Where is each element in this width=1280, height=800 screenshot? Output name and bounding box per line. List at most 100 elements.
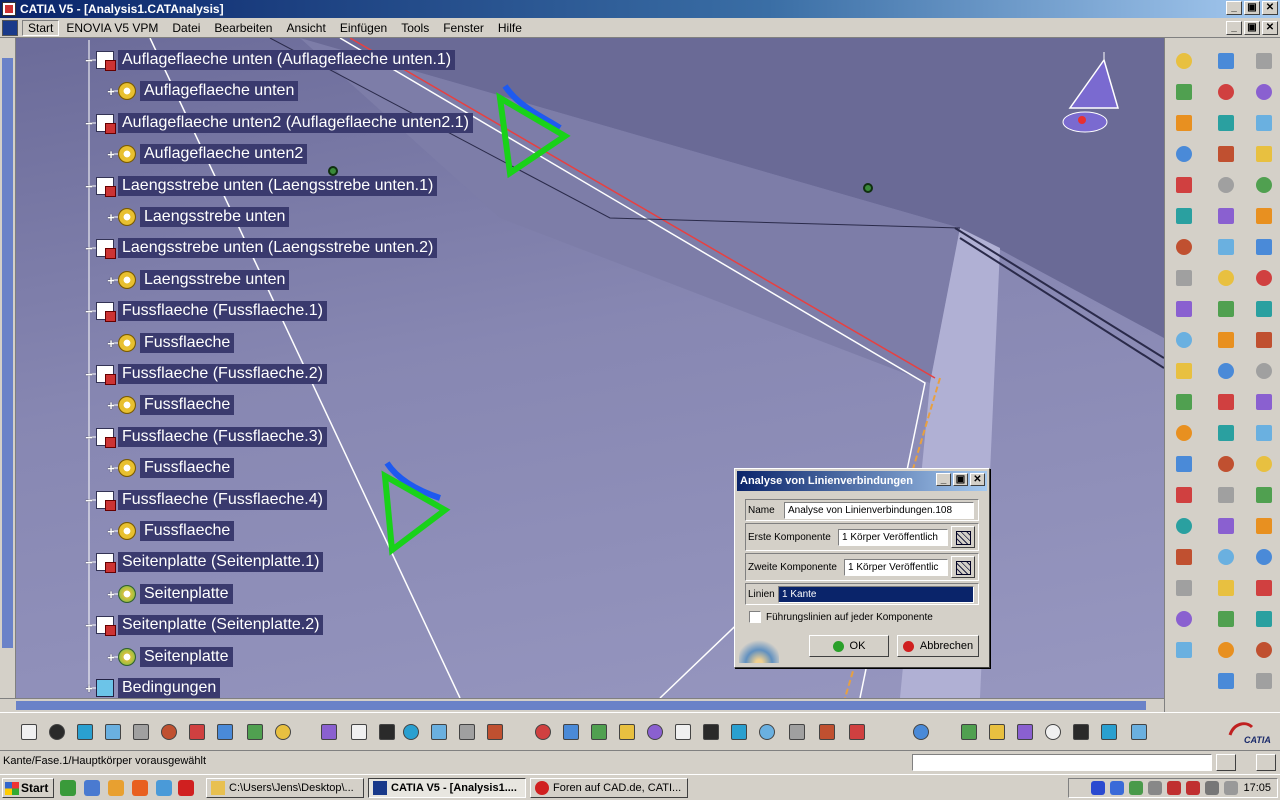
collapse-icon[interactable]: − [84,241,94,256]
bottom-tool-button-20[interactable] [588,721,610,743]
tool-button-23[interactable] [1215,112,1237,134]
menu-start[interactable]: Start [22,19,60,36]
ok-button[interactable]: OK [809,635,889,657]
collapse-icon[interactable]: − [84,367,94,382]
tool-button-18[interactable] [1173,577,1195,599]
expand-icon[interactable]: + [106,398,116,413]
firefox-icon[interactable] [132,780,148,796]
tool-button-47[interactable] [1253,205,1275,227]
tool-button-3[interactable] [1173,112,1195,134]
expand-icon[interactable]: + [106,336,116,351]
menu-ansicht[interactable]: Ansicht [279,21,332,35]
tool-button-10[interactable] [1173,329,1195,351]
bottom-tool-button-9[interactable] [244,721,266,743]
tool-button-22[interactable] [1215,81,1237,103]
collapse-icon[interactable]: − [84,493,94,508]
tool-button-49[interactable] [1253,267,1275,289]
tray-icon-2[interactable] [1110,781,1125,795]
bottom-tool-button-7[interactable] [186,721,208,743]
second-component-field[interactable]: 1 Körper Veröffentlic [844,558,948,576]
tool-button-12[interactable] [1173,391,1195,413]
bottom-tool-button-21[interactable] [616,721,638,743]
second-component-select-button[interactable] [951,556,975,578]
menu-hilfe[interactable]: Hilfe [491,21,529,35]
tree-node[interactable]: − Fussflaeche (Fussflaeche.2) [84,363,327,385]
bottom-tool-button-13[interactable] [376,721,398,743]
tree-node-label[interactable]: Fussflaeche (Fussflaeche.2) [118,364,327,384]
first-component-select-button[interactable] [951,526,975,548]
menu-enovia[interactable]: ENOVIA V5 VPM [59,21,165,35]
tool-button-26[interactable] [1215,205,1237,227]
bluetooth-icon[interactable] [1091,781,1106,795]
menu-datei[interactable]: Datei [165,21,207,35]
leader-lines-option[interactable]: Führungslinien auf jeder Komponente [749,611,933,623]
tree-node[interactable]: + Laengsstrebe unten [106,206,290,228]
tree-node-label[interactable]: Fussflaeche [140,458,235,478]
tool-button-51[interactable] [1253,329,1275,351]
expand-icon[interactable]: + [106,650,116,665]
tree-node[interactable]: + Fussflaeche [106,520,235,542]
bottom-tool-button-36[interactable] [1098,721,1120,743]
bottom-tool-button-37[interactable] [1128,721,1150,743]
doc-restore-button[interactable]: ▣ [1244,21,1260,35]
tray-icon-3[interactable] [1129,781,1144,795]
bottom-tool-button-26[interactable] [756,721,778,743]
tool-button-5[interactable] [1173,174,1195,196]
tool-button-44[interactable] [1253,112,1275,134]
bottom-tool-button-28[interactable] [816,721,838,743]
bottom-tool-button-34[interactable] [1042,721,1064,743]
tree-node-label[interactable]: Fussflaeche [140,395,235,415]
tool-button-25[interactable] [1215,174,1237,196]
tree-node[interactable]: − Laengsstrebe unten (Laengsstrebe unten.… [84,237,438,259]
tree-node[interactable]: + Auflageflaeche unten2 [106,143,308,165]
expand-icon[interactable]: + [106,461,116,476]
tool-button-11[interactable] [1173,360,1195,382]
tool-button-17[interactable] [1173,546,1195,568]
command-input[interactable] [912,754,1212,771]
tree-node[interactable]: + Laengsstrebe unten [106,269,290,291]
bottom-tool-button-31[interactable] [958,721,980,743]
tree-node[interactable]: − Fussflaeche (Fussflaeche.1) [84,300,327,322]
tree-node-label[interactable]: Seitenplatte (Seitenplatte.2) [118,615,324,635]
tree-node-label[interactable]: Fussflaeche (Fussflaeche.1) [118,301,327,321]
tree-node-label[interactable]: Seitenplatte [140,584,233,604]
bottom-tool-button-25[interactable] [728,721,750,743]
lines-field[interactable]: 1 Kante [778,585,974,603]
bottom-tool-button-18[interactable] [532,721,554,743]
menu-bearbeiten[interactable]: Bearbeiten [207,21,279,35]
tool-button-45[interactable] [1253,143,1275,165]
tree-node-label[interactable]: Auflageflaeche unten2 (Auflageflaeche un… [118,113,473,133]
tool-button-21[interactable] [1215,50,1237,72]
catia-app-icon[interactable] [2,2,16,16]
tool-button-15[interactable] [1173,484,1195,506]
tool-button-31[interactable] [1215,360,1237,382]
tool-button-35[interactable] [1215,484,1237,506]
bottom-tool-button-12[interactable] [348,721,370,743]
tool-button-13[interactable] [1173,422,1195,444]
expand-icon[interactable]: + [84,681,94,696]
bottom-tool-button-19[interactable] [560,721,582,743]
close-button[interactable]: ✕ [1262,1,1278,15]
tool-button-9[interactable] [1173,298,1195,320]
tree-node[interactable]: + Seitenplatte [106,583,233,605]
bottom-tool-button-23[interactable] [672,721,694,743]
tool-button-42[interactable] [1253,50,1275,72]
bottom-tool-button-22[interactable] [644,721,666,743]
leader-lines-checkbox[interactable] [749,611,761,623]
windows-start-button[interactable]: Start [2,778,54,798]
tool-button-36[interactable] [1215,515,1237,537]
tree-node[interactable]: + Bedingungen [84,677,221,699]
collapse-icon[interactable]: − [84,304,94,319]
bottom-tool-button-32[interactable] [986,721,1008,743]
tool-button-41[interactable] [1215,670,1237,692]
opera-icon[interactable] [178,780,194,796]
quicklaunch-icon-5[interactable] [156,780,172,796]
tool-button-54[interactable] [1253,422,1275,444]
tool-button-7[interactable] [1173,236,1195,258]
task-opera[interactable]: Foren auf CAD.de, CATI... [530,778,688,798]
tool-button-19[interactable] [1173,608,1195,630]
name-field[interactable]: Analyse von Linienverbindungen.108 [784,501,974,519]
status-button-2[interactable] [1256,754,1276,771]
tree-node[interactable]: − Auflageflaeche unten (Auflageflaeche un… [84,49,456,71]
tray-icon-6[interactable] [1186,781,1201,795]
